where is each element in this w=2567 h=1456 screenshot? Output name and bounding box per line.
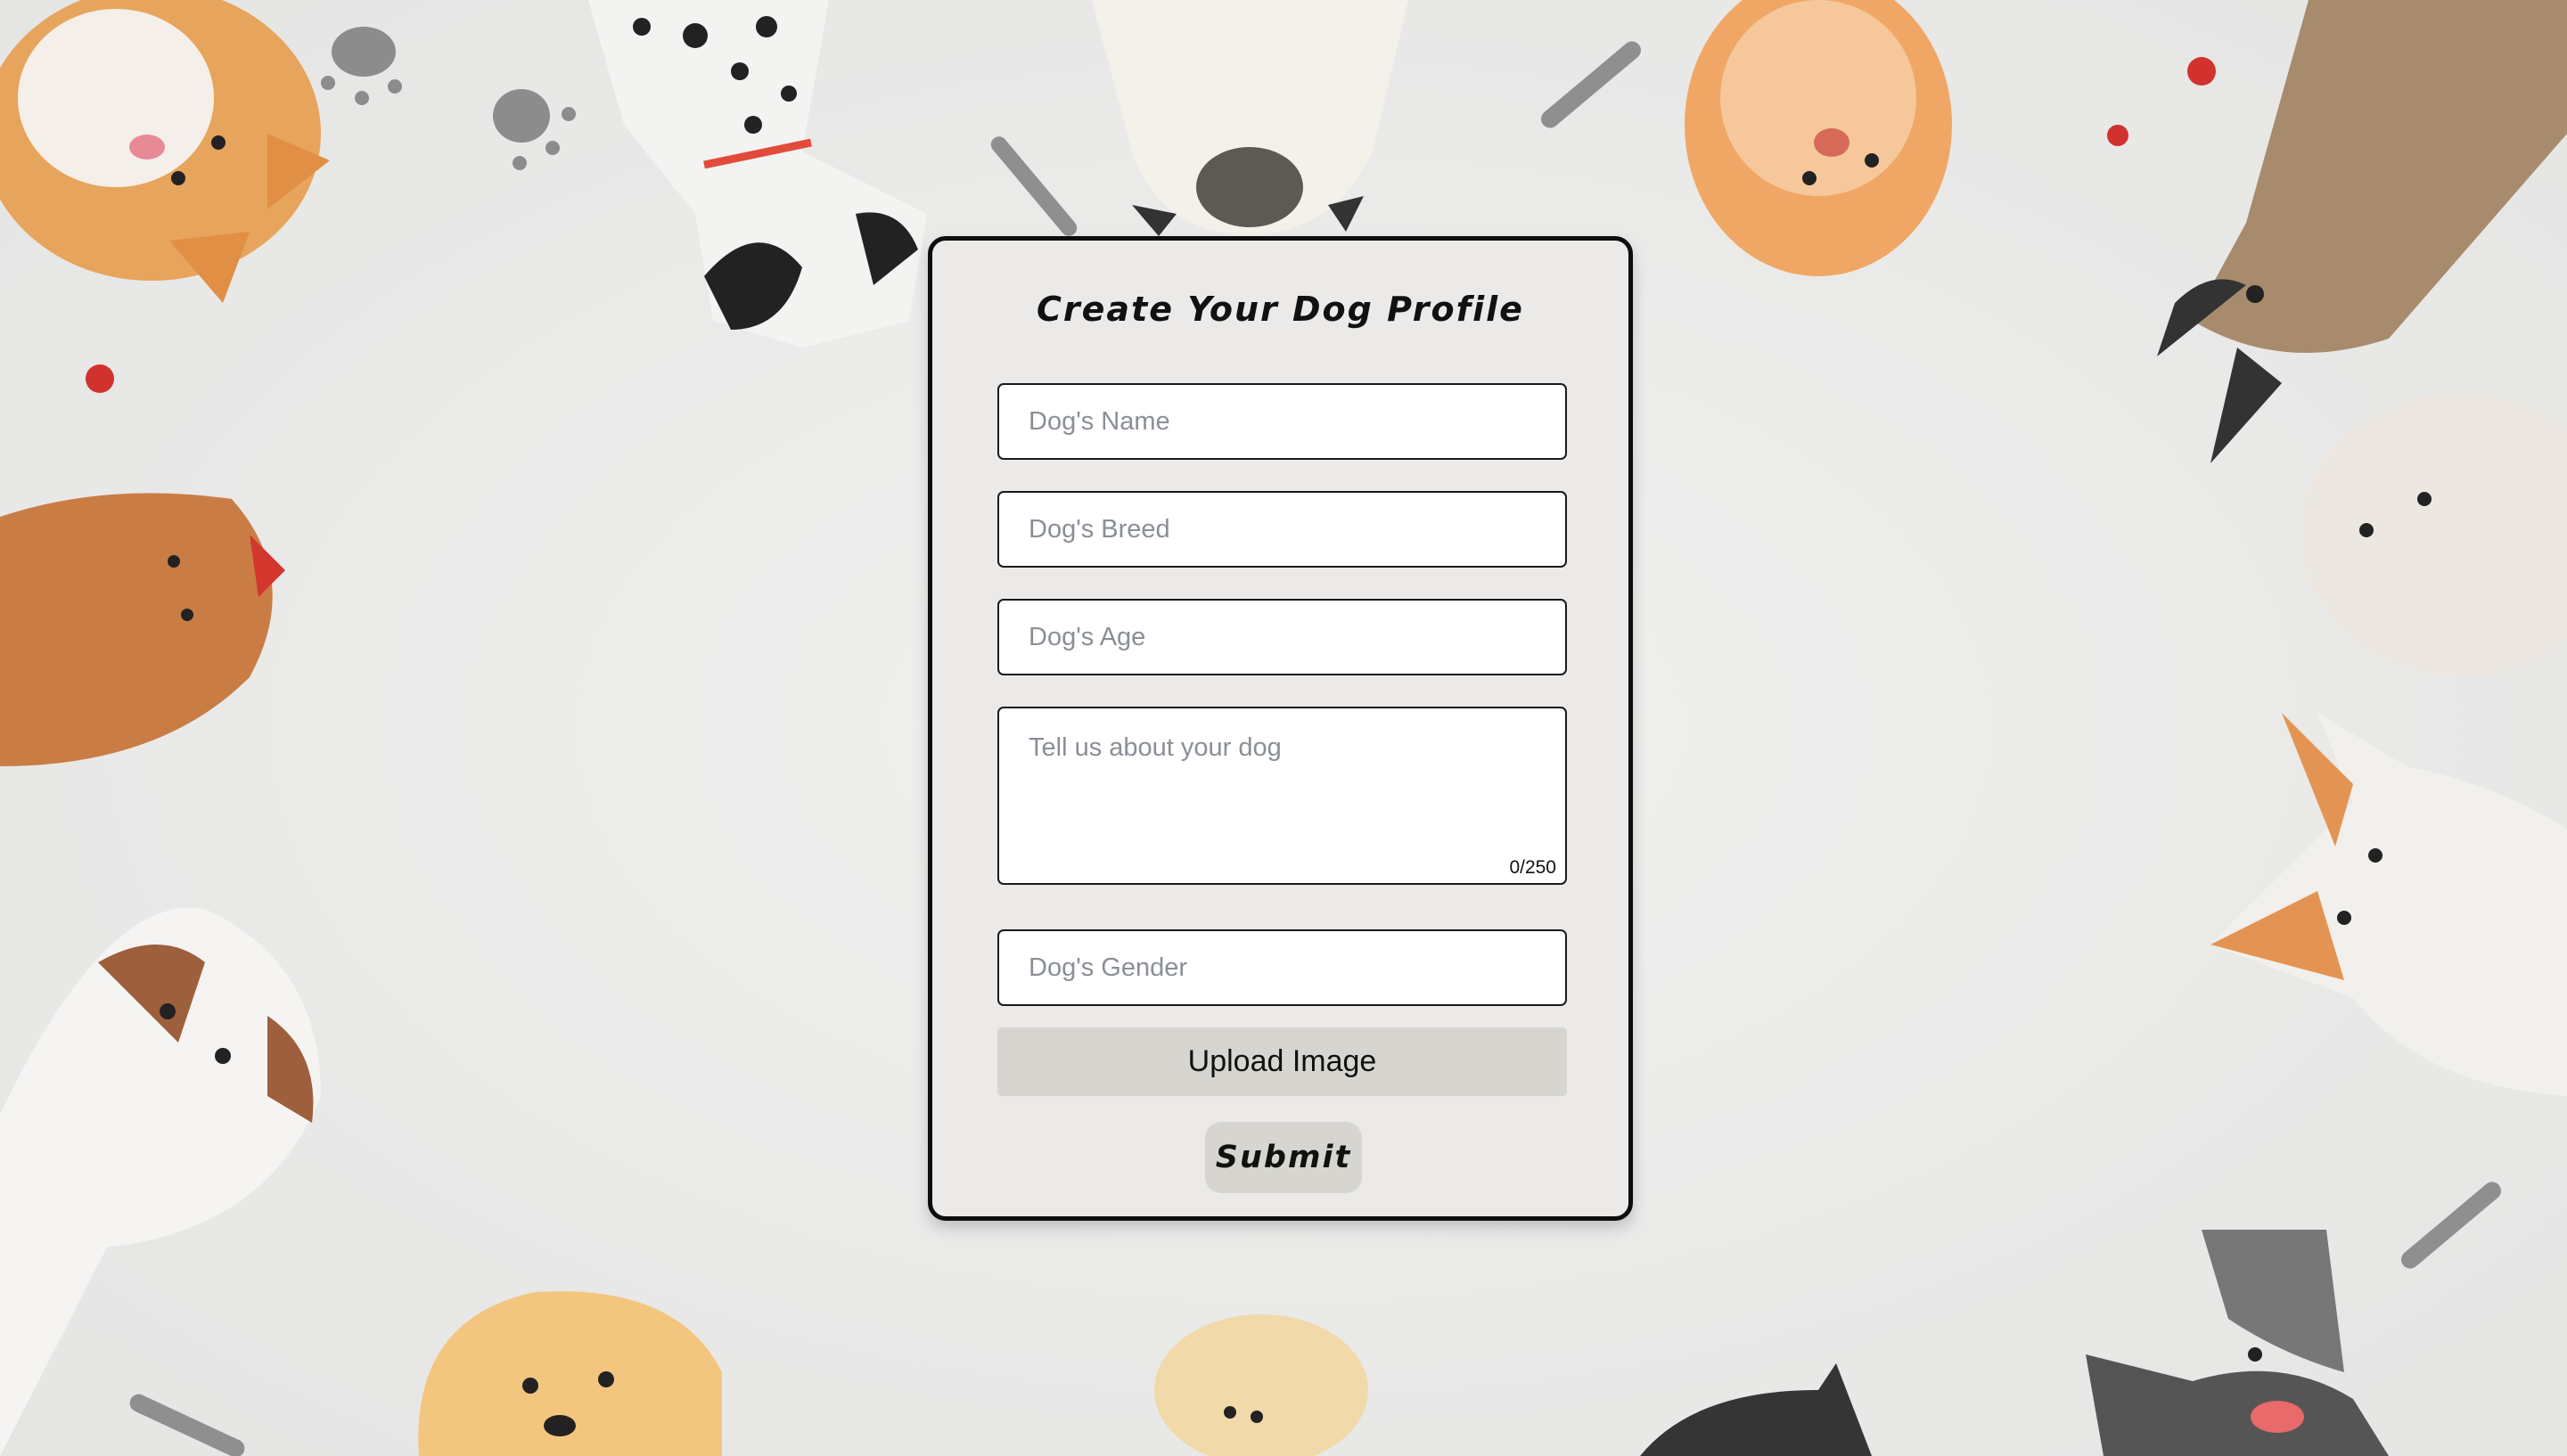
form-title: Create Your Dog Profile xyxy=(1037,290,1524,329)
dog-illustration-husky xyxy=(2086,1230,2389,1456)
dog-name-input[interactable] xyxy=(997,383,1567,460)
dog-illustration-yorkie xyxy=(0,493,285,766)
dog-illustration-jack-russell xyxy=(0,907,321,1456)
dog-gender-input[interactable] xyxy=(997,929,1567,1006)
paw-prints xyxy=(321,27,576,170)
page: Create Your Dog Profile 0/250 Upload Ima… xyxy=(0,0,2567,1456)
dog-illustration-bottom-right-center xyxy=(1640,1363,1872,1456)
dog-illustration-golden xyxy=(418,1291,722,1456)
dog-illustration-fluffy-right xyxy=(2300,392,2567,677)
dog-illustration-bottom-center xyxy=(1154,1314,1368,1456)
dog-illustration-top-center xyxy=(1092,0,1408,236)
dog-illustration-shepherd xyxy=(2157,0,2567,463)
upload-image-button[interactable]: Upload Image xyxy=(997,1027,1567,1096)
dog-illustration-dalmatian xyxy=(588,0,927,348)
dog-breed-input[interactable] xyxy=(997,491,1567,568)
dog-illustration-top-left xyxy=(0,0,330,303)
dog-profile-card: Create Your Dog Profile 0/250 Upload Ima… xyxy=(928,236,1633,1221)
dog-illustration-top-right xyxy=(1685,0,1952,276)
character-counter: 0/250 xyxy=(1509,857,1556,878)
submit-button[interactable]: Submit xyxy=(1205,1122,1362,1193)
dog-illustration-corgi-right xyxy=(2210,713,2567,1096)
dog-age-input[interactable] xyxy=(997,599,1567,675)
